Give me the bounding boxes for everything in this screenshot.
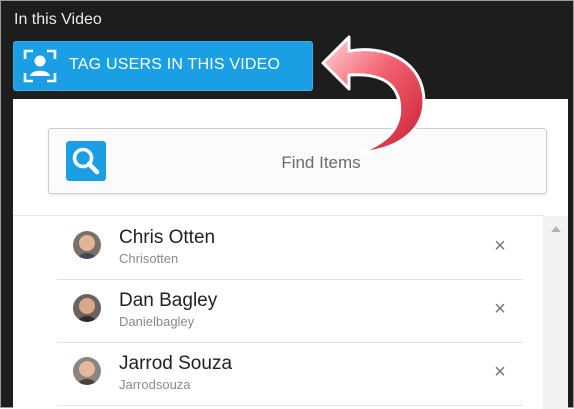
avatar	[73, 357, 101, 385]
scroll-up-arrow-icon[interactable]	[551, 226, 561, 232]
user-list-item: Chris Otten Chrisotten ×	[57, 217, 523, 280]
callout-arrow-icon	[321, 35, 426, 155]
tagged-users-panel: Chris Otten Chrisotten × Dan Bagley Dani…	[13, 99, 568, 409]
remove-user-icon[interactable]: ×	[491, 362, 509, 382]
tag-user-icon	[23, 49, 57, 83]
video-tags-window: In this Video TAG USERS IN THIS VIDEO Fi…	[0, 0, 574, 409]
user-name: Dan Bagley	[119, 290, 218, 311]
search-button[interactable]	[66, 141, 106, 181]
search-bar	[48, 128, 547, 194]
user-handle: Jarrodsouza	[119, 377, 191, 392]
user-list-item: Jarrod Souza Jarrodsouza ×	[57, 343, 523, 406]
user-name: Chris Otten	[119, 227, 216, 248]
avatar	[73, 231, 101, 259]
search-icon	[72, 147, 100, 175]
avatar	[73, 294, 101, 322]
remove-user-icon[interactable]: ×	[491, 236, 509, 256]
list-divider	[13, 215, 543, 216]
remove-user-icon[interactable]: ×	[491, 299, 509, 319]
tag-users-label: TAG USERS IN THIS VIDEO	[69, 56, 281, 73]
user-handle: Chrisotten	[119, 251, 179, 266]
user-handle: Danielbagley	[119, 314, 195, 329]
tag-users-button[interactable]: TAG USERS IN THIS VIDEO	[13, 41, 313, 91]
section-heading: In this Video	[14, 11, 102, 28]
user-list-item: Dan Bagley Danielbagley ×	[57, 280, 523, 343]
scrollbar[interactable]	[543, 216, 568, 409]
user-name: Jarrod Souza	[119, 353, 233, 374]
